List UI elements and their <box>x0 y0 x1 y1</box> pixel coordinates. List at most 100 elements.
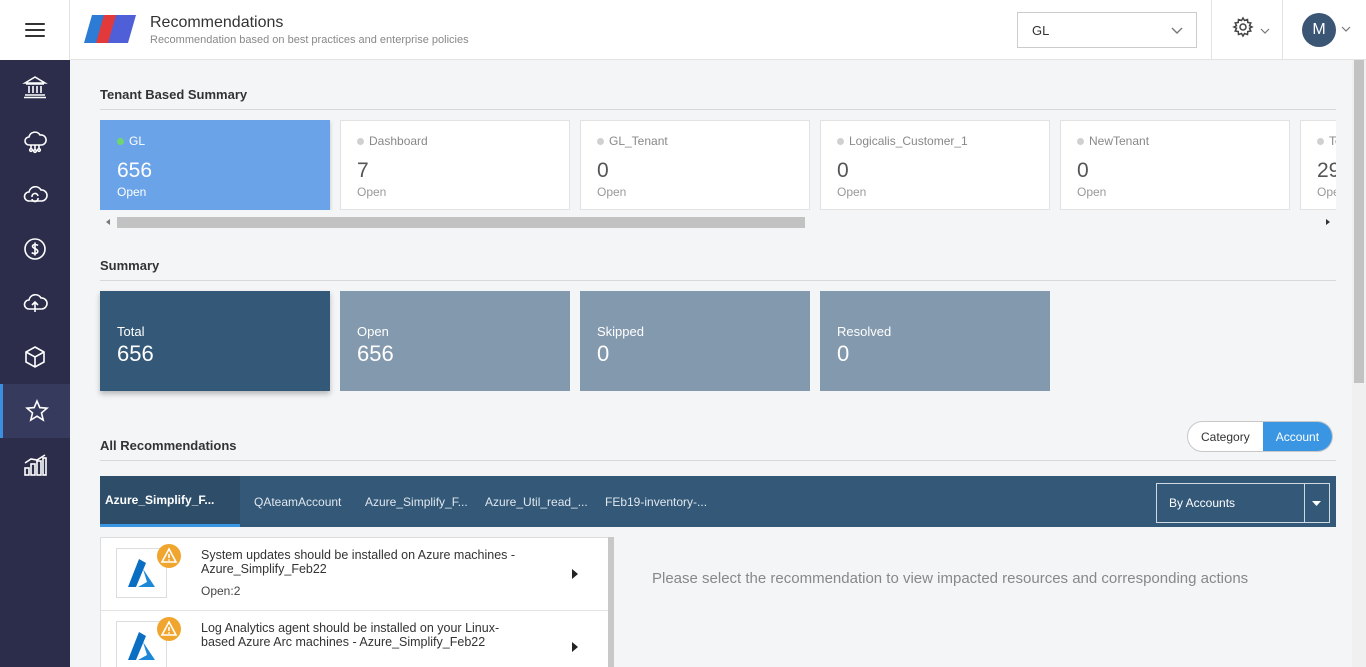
summary-value: 0 <box>837 341 850 366</box>
chevron-down-icon <box>1171 27 1183 34</box>
arrow-right-icon[interactable] <box>571 568 579 580</box>
status-dot <box>357 137 364 145</box>
tenant-card-gl-tenant[interactable]: GL_Tenant 0 Open <box>580 120 810 210</box>
sidebar-item-recommendations[interactable] <box>0 384 70 438</box>
tab-account-4[interactable]: Azure_Util_read_... <box>485 476 588 527</box>
avatar[interactable]: M <box>1302 13 1336 47</box>
tenant-summary-title: Tenant Based Summary <box>100 87 248 102</box>
tenant-name: GL_Tenant <box>609 134 668 148</box>
scroll-right-icon[interactable] <box>1324 218 1332 226</box>
scrollbar-thumb[interactable] <box>1354 60 1364 383</box>
sidebar <box>0 0 70 667</box>
section-divider <box>100 280 1336 281</box>
app-logo <box>84 15 136 43</box>
tenant-name: Dashboard <box>369 134 428 148</box>
summary-label: Skipped <box>597 324 644 339</box>
toggle-category[interactable]: Category <box>1188 422 1263 451</box>
tenant-name: NewTenant <box>1089 134 1150 148</box>
summary-value: 0 <box>597 341 610 366</box>
bar-chart-icon <box>24 454 47 476</box>
status-dot <box>1317 137 1324 145</box>
recommendation-list-scrollbar[interactable] <box>608 537 614 667</box>
list-item[interactable]: System updates should be installed on Az… <box>101 538 609 611</box>
view-toggle: Category Account <box>1187 421 1334 452</box>
sidebar-item-cloud-upload[interactable] <box>0 276 70 330</box>
hamburger-icon <box>24 23 45 37</box>
sidebar-item-inventory[interactable] <box>0 330 70 384</box>
tenant-count: 0 <box>597 159 609 182</box>
chevron-down-icon[interactable] <box>1341 24 1351 34</box>
warning-icon <box>157 617 181 641</box>
top-header: Recommendations Recommendation based on … <box>70 0 1366 60</box>
tenant-status: Open <box>837 185 867 199</box>
empty-state-message: Please select the recommendation to view… <box>652 570 1249 587</box>
settings-button[interactable] <box>1232 16 1270 38</box>
summary-card-total[interactable]: Total 656 <box>100 291 330 391</box>
arrow-right-icon[interactable] <box>571 641 579 653</box>
cloud-network-icon <box>24 131 47 154</box>
tab-account-1[interactable]: Azure_Simplify_F... <box>100 476 240 527</box>
recommendation-open-count: Open:2 <box>201 584 241 598</box>
summary-label: Total <box>117 324 145 339</box>
tab-account-2[interactable]: QAteamAccount <box>254 476 341 527</box>
tenant-card-partial[interactable]: Te 29 Ope <box>1300 120 1336 210</box>
status-dot <box>1077 137 1084 145</box>
sidebar-item-bank[interactable] <box>0 60 70 114</box>
sidebar-item-reports[interactable] <box>0 438 70 492</box>
recommendation-list: System updates should be installed on Az… <box>100 537 614 667</box>
status-dot <box>837 137 844 145</box>
tenant-count: 656 <box>117 159 153 182</box>
tab-account-3[interactable]: Azure_Simplify_F... <box>365 476 468 527</box>
tenant-count: 0 <box>837 159 849 182</box>
tenant-status: Open <box>357 185 387 199</box>
tenant-card-gl[interactable]: GL 656 Open <box>100 120 330 210</box>
tenant-select[interactable]: GL <box>1017 12 1197 48</box>
sidebar-item-cloud-sync[interactable] <box>0 168 70 222</box>
dollar-icon <box>24 238 46 260</box>
sidebar-item-cloud-network[interactable] <box>0 114 70 168</box>
status-dot <box>597 137 604 145</box>
bank-icon <box>22 76 48 99</box>
tenant-card-newtenant[interactable]: NewTenant 0 Open <box>1060 120 1290 210</box>
summary-label: Open <box>357 324 389 339</box>
page-vertical-scrollbar[interactable] <box>1352 60 1366 667</box>
tenant-card-logicalis[interactable]: Logicalis_Customer_1 0 Open <box>820 120 1050 210</box>
group-by-select[interactable]: By Accounts <box>1156 483 1330 523</box>
summary-value: 656 <box>357 341 394 366</box>
list-item[interactable]: Log Analytics agent should be installed … <box>101 611 609 667</box>
summary-card-skipped[interactable]: Skipped 0 <box>580 291 810 391</box>
scroll-left-icon[interactable] <box>104 218 112 226</box>
menu-button[interactable] <box>0 0 70 60</box>
toggle-account[interactable]: Account <box>1262 422 1333 451</box>
cloud-upload-icon <box>23 294 48 312</box>
main-content: Tenant Based Summary GL 656 Open Dashboa… <box>70 60 1352 667</box>
gear-icon <box>1232 16 1254 38</box>
star-icon <box>24 398 49 422</box>
summary-label: Resolved <box>837 324 892 339</box>
tenant-count: 7 <box>357 159 369 182</box>
cloud-sync-icon <box>23 186 48 203</box>
summary-card-resolved[interactable]: Resolved 0 <box>820 291 1050 391</box>
scrollbar-thumb[interactable] <box>117 217 805 228</box>
tenant-count: 0 <box>1077 159 1089 182</box>
tab-account-5[interactable]: FEb19-inventory-... <box>605 476 707 527</box>
recommendation-text: System updates should be installed on Az… <box>201 548 516 576</box>
summary-title: Summary <box>100 258 160 273</box>
tenant-name: Logicalis_Customer_1 <box>849 134 968 148</box>
header-divider <box>1211 0 1212 60</box>
header-divider <box>1282 0 1283 60</box>
chevron-down-icon <box>1260 28 1270 34</box>
caret-down-icon <box>1312 501 1321 506</box>
page-title: Recommendations <box>150 14 284 31</box>
tenant-card-dashboard[interactable]: Dashboard 7 Open <box>340 120 570 210</box>
tenant-name: Te <box>1329 134 1336 148</box>
cube-icon <box>25 346 45 368</box>
tenant-horizontal-scrollbar[interactable] <box>100 215 1336 229</box>
warning-icon <box>157 544 181 568</box>
summary-card-open[interactable]: Open 656 <box>340 291 570 391</box>
sidebar-item-cost[interactable] <box>0 222 70 276</box>
tenant-count: 29 <box>1317 159 1336 182</box>
recommendation-text: Log Analytics agent should be installed … <box>201 621 500 649</box>
tenant-name: GL <box>129 134 146 148</box>
tenant-status: Open <box>1077 185 1107 199</box>
